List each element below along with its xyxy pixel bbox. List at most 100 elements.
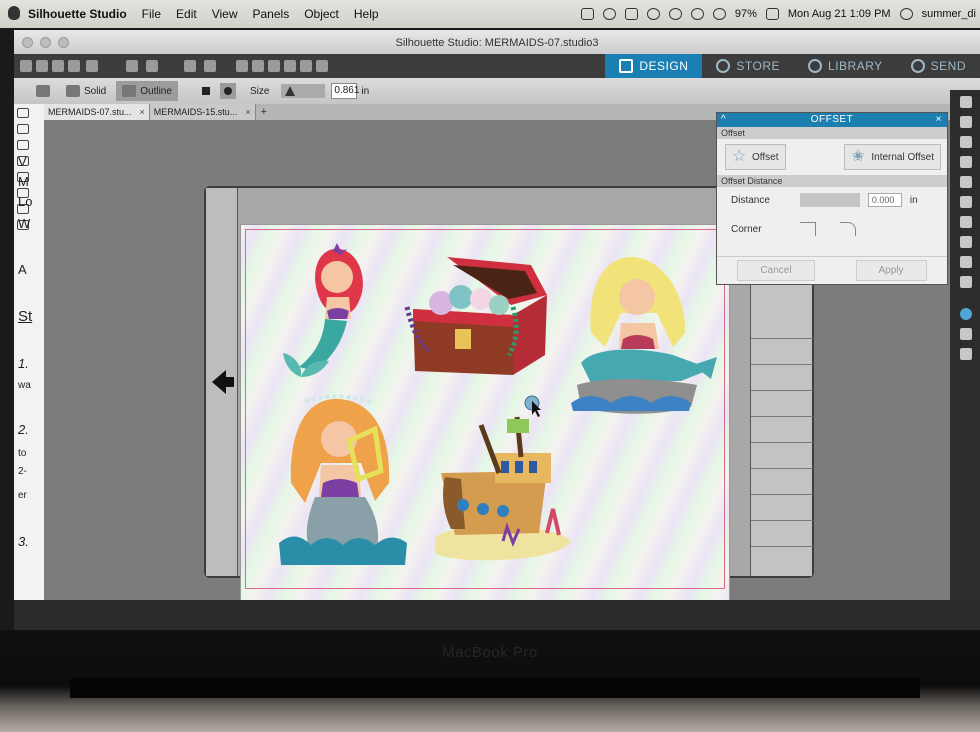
tab-library[interactable]: LIBRARY: [794, 54, 897, 78]
round-shape-button[interactable]: [219, 83, 236, 99]
sharp-corner-icon[interactable]: [799, 222, 816, 236]
size-slider[interactable]: [281, 84, 326, 98]
apple-icon[interactable]: [8, 6, 20, 20]
distance-row: Distance 0.000 in: [717, 187, 947, 213]
select-tool-icon[interactable]: [17, 108, 29, 118]
corner-label: Corner: [731, 223, 762, 235]
line-style-icon[interactable]: [960, 136, 972, 148]
tab-store[interactable]: STORE: [702, 54, 794, 78]
background-text: wa: [18, 380, 31, 391]
background-text: Lo: [18, 194, 33, 209]
clock[interactable]: Mon Aug 21 1:09 PM: [788, 8, 891, 20]
volume-icon[interactable]: [690, 8, 704, 20]
tab-design[interactable]: DESIGN: [605, 54, 703, 78]
replicate-icon[interactable]: [960, 256, 972, 268]
menu-file[interactable]: File: [142, 7, 161, 21]
bluetooth-icon[interactable]: [646, 8, 660, 20]
user-name[interactable]: summer_di: [922, 8, 976, 20]
harp-mermaid-art[interactable]: [275, 393, 411, 575]
star-internal-icon: ✬: [851, 148, 865, 165]
square-shape-button[interactable]: [198, 83, 214, 99]
pixscan-icon[interactable]: [960, 176, 972, 188]
airplay-icon[interactable]: [624, 8, 638, 20]
delete-icon[interactable]: [126, 60, 138, 72]
zoom-out-icon[interactable]: [252, 60, 264, 72]
cloud-icon: [808, 59, 823, 73]
menu-object[interactable]: Object: [304, 7, 339, 21]
fit-page-icon[interactable]: [300, 60, 312, 72]
collapse-panel-icon[interactable]: ^: [721, 113, 726, 127]
internal-offset-button[interactable]: ✬ Internal Offset: [844, 144, 941, 170]
sync-icon[interactable]: [602, 8, 616, 20]
add-tab-button[interactable]: +: [256, 106, 272, 118]
menu-app-name[interactable]: Silhouette Studio: [28, 7, 127, 21]
menu-view[interactable]: View: [212, 7, 238, 21]
transform-icon[interactable]: [960, 236, 972, 248]
menu-edit[interactable]: Edit: [176, 7, 197, 21]
view-icon[interactable]: [316, 60, 328, 72]
time-machine-icon[interactable]: [668, 8, 682, 20]
fill-icon[interactable]: [960, 116, 972, 128]
zoom-select-icon[interactable]: [268, 60, 280, 72]
doc-tab-mermaids-07[interactable]: MERMAIDS-07.stu... ×: [44, 104, 150, 120]
spotlight-icon[interactable]: [899, 8, 913, 20]
outline-icon: [122, 85, 137, 97]
open-icon[interactable]: [36, 60, 48, 72]
gradient-icon[interactable]: [960, 196, 972, 208]
menu-panels[interactable]: Panels: [253, 7, 290, 21]
treasure-chest-art[interactable]: [401, 251, 553, 383]
sunken-ship-art[interactable]: [421, 413, 585, 577]
print-icon[interactable]: [68, 60, 80, 72]
cancel-button[interactable]: Cancel: [737, 260, 815, 281]
tab-send[interactable]: SEND: [897, 54, 980, 78]
size-input[interactable]: 0.861: [331, 83, 359, 99]
menu-help[interactable]: Help: [354, 7, 379, 21]
ungroup-icon[interactable]: [204, 60, 216, 72]
background-text: A: [18, 262, 27, 277]
arrow-left-icon: [212, 370, 234, 394]
zoom-in-icon[interactable]: [236, 60, 248, 72]
background-text: V: [18, 154, 27, 169]
blonde-mermaid-art[interactable]: [561, 253, 721, 417]
solid-button[interactable]: Solid: [60, 81, 112, 101]
offset-button[interactable]: ☆ Offset: [725, 144, 786, 170]
round-corner-icon[interactable]: [839, 222, 856, 236]
pan-icon[interactable]: [284, 60, 296, 72]
sketch-icon[interactable]: [960, 348, 972, 360]
offset-panel: ^ OFFSET × Offset ☆ Offset ✬ Internal Of…: [716, 112, 948, 285]
text-style-icon[interactable]: [960, 216, 972, 228]
main-toolbar: DESIGN STORE LIBRARY SEND: [14, 54, 980, 78]
shadow-icon[interactable]: [960, 156, 972, 168]
undo-icon[interactable]: [146, 60, 158, 72]
design-page[interactable]: [240, 224, 730, 606]
dropbox-icon[interactable]: [580, 8, 594, 20]
distance-input[interactable]: 0.000: [867, 193, 902, 207]
trace-icon[interactable]: [960, 328, 972, 340]
save-icon[interactable]: [52, 60, 64, 72]
new-icon[interactable]: [20, 60, 32, 72]
red-mermaid-art[interactable]: [279, 241, 389, 383]
distance-slider[interactable]: [799, 193, 860, 207]
close-icon[interactable]: ×: [936, 113, 942, 127]
apply-button[interactable]: Apply: [855, 260, 927, 281]
background-text: W: [18, 216, 31, 231]
cut-icon[interactable]: [86, 60, 98, 72]
wifi-icon[interactable]: [712, 8, 726, 20]
close-tab-icon[interactable]: ×: [140, 107, 145, 117]
close-tab-icon[interactable]: ×: [245, 107, 250, 117]
line-tool-icon[interactable]: [17, 140, 29, 150]
background-text: 3.: [18, 534, 29, 549]
offset-panel-header: ^ OFFSET ×: [717, 113, 947, 127]
offset-star-icon[interactable]: [960, 308, 972, 320]
modify-icon[interactable]: [960, 276, 972, 288]
doc-tab-mermaids-15[interactable]: MERMAIDS-15.stu... ×: [149, 104, 256, 120]
send-icon: [910, 59, 925, 73]
eraser-tool[interactable]: [30, 81, 56, 101]
size-label: Size: [249, 85, 270, 97]
battery-icon[interactable]: [765, 8, 779, 20]
page-setup-icon[interactable]: [960, 96, 972, 108]
point-edit-icon[interactable]: [17, 124, 29, 134]
mat-left-strip: [206, 188, 238, 576]
group-icon[interactable]: [184, 60, 196, 72]
outline-button[interactable]: Outline: [116, 81, 178, 101]
